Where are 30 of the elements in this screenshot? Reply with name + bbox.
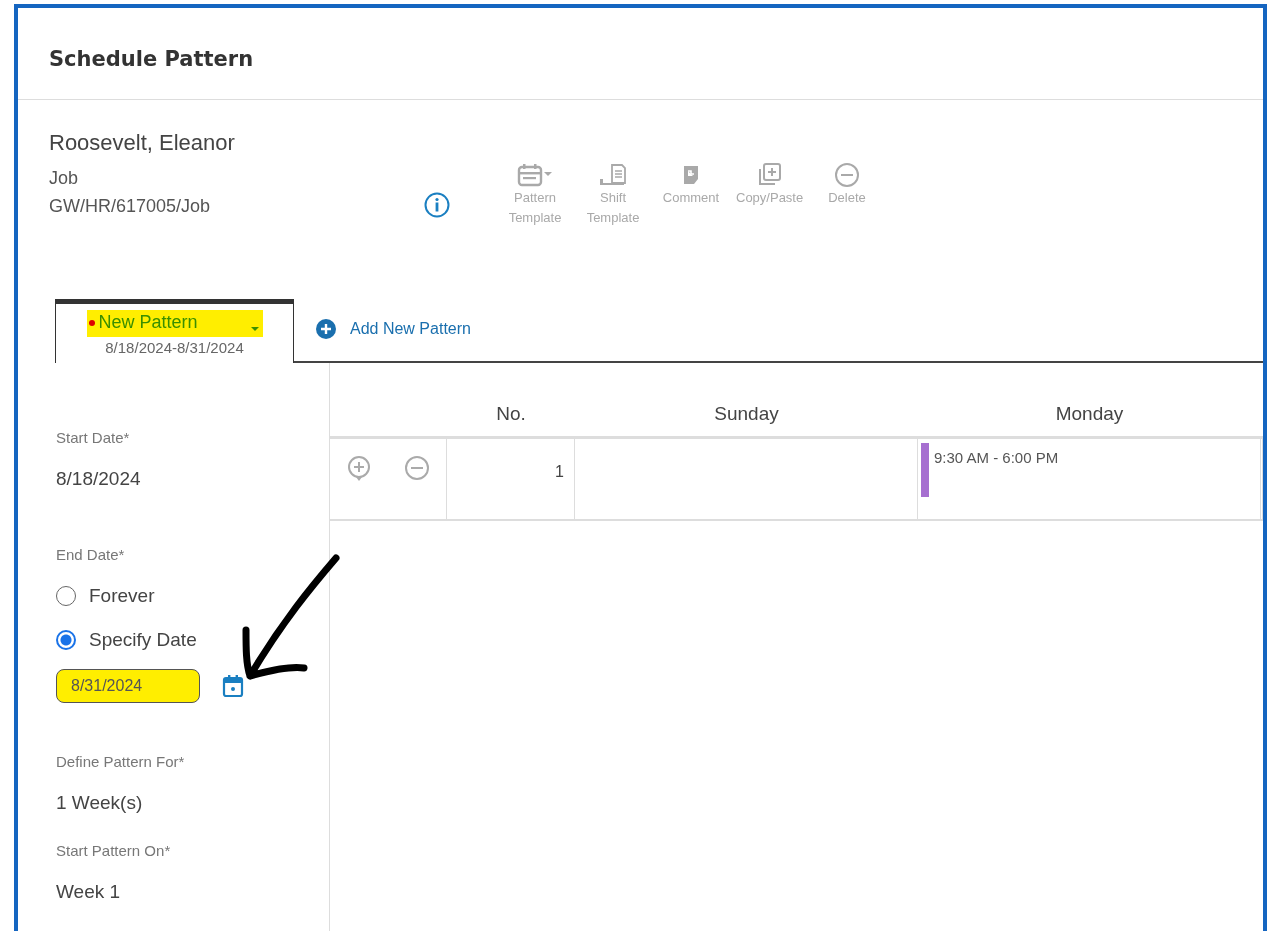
- pattern-length-value: 1 Week(s): [56, 792, 143, 814]
- add-pattern-link[interactable]: Add New Pattern: [316, 319, 471, 339]
- start-date-value: 8/18/2024: [56, 468, 141, 490]
- end-date-field[interactable]: 8/31/2024: [56, 669, 200, 703]
- field-label: Define Pattern For*: [56, 753, 185, 770]
- column-header: Monday: [1055, 403, 1124, 425]
- start-week-value: Week 1: [56, 881, 121, 903]
- column-header: Sunday: [714, 403, 779, 425]
- shift-time[interactable]: 9:30 AM - 6:00 PM: [934, 449, 1059, 466]
- copy-icon: [756, 162, 782, 188]
- calendar-icon[interactable]: [222, 674, 244, 698]
- job-path: GW/HR/617005/Job: [49, 195, 212, 218]
- add-row-icon[interactable]: [346, 455, 372, 483]
- field-label: Start Date*: [56, 429, 130, 446]
- document-icon: [598, 162, 628, 188]
- minus-circle-icon: [834, 162, 860, 188]
- field-label: Start Pattern On*: [56, 842, 171, 859]
- job-type: Job: [49, 167, 80, 190]
- field-label: End Date*: [56, 546, 125, 563]
- remove-row-icon[interactable]: [404, 455, 430, 481]
- row-number: 1: [555, 463, 564, 481]
- info-icon[interactable]: [424, 192, 450, 218]
- column-header: No.: [496, 403, 526, 425]
- calendar-template-icon: [517, 162, 553, 188]
- radio-option[interactable]: Forever: [56, 585, 155, 607]
- plus-circle-icon: [316, 319, 336, 339]
- radio-option[interactable]: Specify Date: [56, 629, 197, 651]
- pattern-tab[interactable]: New Pattern 8/18/2024-8/31/2024: [55, 299, 294, 363]
- dialog-title: Schedule Pattern: [49, 46, 254, 71]
- employee-name: Roosevelt, Eleanor: [49, 130, 236, 156]
